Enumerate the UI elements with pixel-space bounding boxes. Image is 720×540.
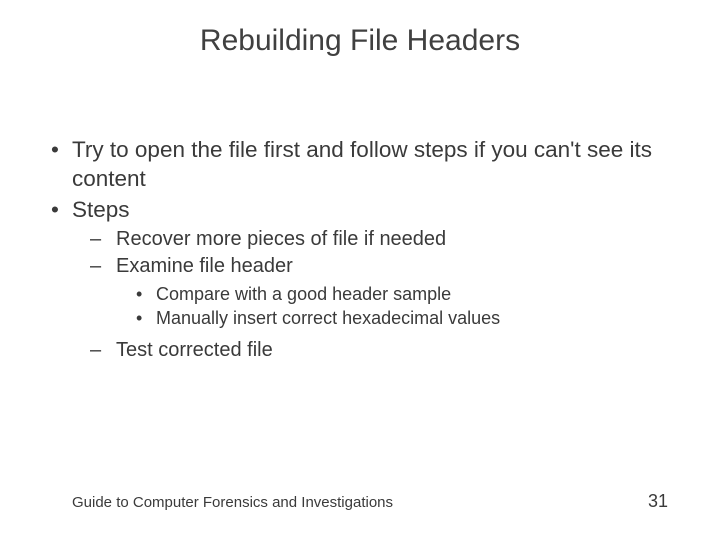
list-text: Try to open the file first and follow st… <box>72 137 652 191</box>
list-item: Try to open the file first and follow st… <box>36 136 684 194</box>
list-item: Test corrected file <box>90 337 684 363</box>
list-text: Manually insert correct hexadecimal valu… <box>156 308 500 328</box>
list-text: Steps <box>72 197 130 222</box>
footer-text: Guide to Computer Forensics and Investig… <box>72 494 393 511</box>
list-item: Compare with a good header sample <box>136 283 684 307</box>
list-item: Steps Recover more pieces of file if nee… <box>36 196 684 363</box>
list-text: Recover more pieces of file if needed <box>116 228 446 250</box>
slide-body: Try to open the file first and follow st… <box>0 58 720 363</box>
list-text: Examine file header <box>116 255 293 277</box>
list-item: Examine file header Compare with a good … <box>90 253 684 331</box>
list-text: Test corrected file <box>116 339 273 361</box>
slide-footer: Guide to Computer Forensics and Investig… <box>72 491 668 512</box>
slide-title: Rebuilding File Headers <box>0 0 720 58</box>
list-item: Recover more pieces of file if needed <box>90 226 684 252</box>
list-text: Compare with a good header sample <box>156 284 451 304</box>
page-number: 31 <box>648 491 668 512</box>
list-item: Manually insert correct hexadecimal valu… <box>136 307 684 331</box>
